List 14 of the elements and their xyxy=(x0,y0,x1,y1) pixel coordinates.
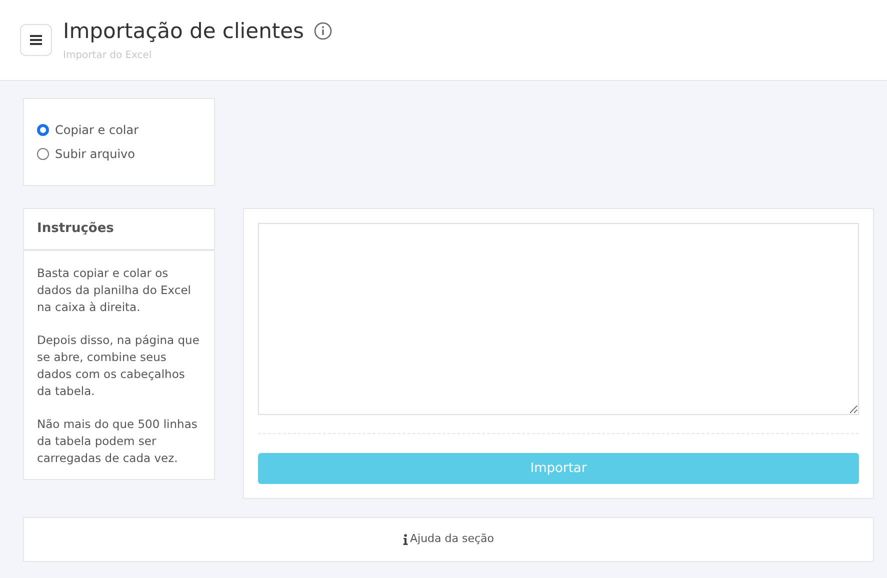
page-title: Importação de clientes xyxy=(63,18,304,44)
import-mode-radio[interactable]: Subir arquivo xyxy=(37,145,214,163)
import-mode-radio[interactable]: Copiar e colar xyxy=(37,121,214,139)
instructions-title: Instruções xyxy=(37,220,114,238)
menu-icon xyxy=(30,35,42,45)
info-icon[interactable] xyxy=(314,22,332,40)
paste-field[interactable] xyxy=(258,223,859,415)
info-icon xyxy=(402,534,408,545)
page-subtitle: Importar do Excel xyxy=(63,49,153,63)
instructions-paragraph: Basta copiar e colar os dados da planilha do Excel na caixa à direita. xyxy=(37,265,192,316)
instructions-paragraph: Depois disso, na página que se abre, combine seus dados com os cabeçalhos da tabela. xyxy=(37,332,200,400)
help-link[interactable]: Ajuda da seção xyxy=(402,531,494,548)
menu-button[interactable] xyxy=(20,24,52,56)
instructions-paragraph: Não mais do que 500 linhas da tabela podem ser carregadas de cada vez. xyxy=(37,416,198,467)
